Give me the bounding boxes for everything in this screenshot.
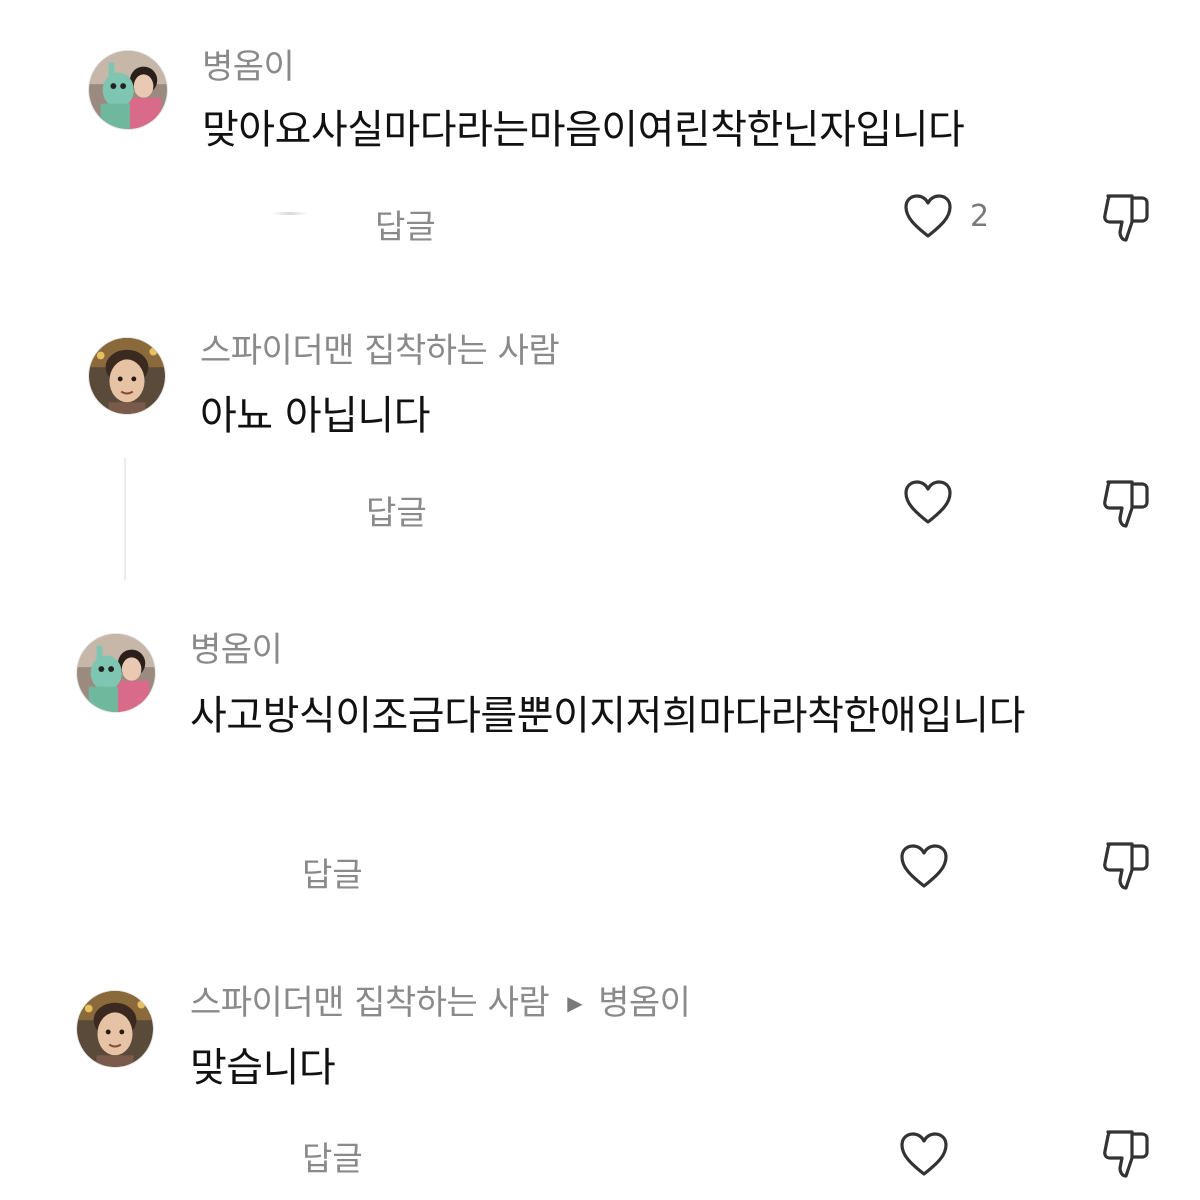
reply-button[interactable]: 답글 — [302, 858, 363, 891]
avatar[interactable] — [88, 337, 166, 415]
comment-text: 맞아요사실마다라는마음이여린착한닌자입니다 — [202, 107, 965, 153]
thumbs-down-outline-icon — [1103, 1130, 1149, 1178]
comment-text: 아뇨 아닙니다 — [200, 393, 431, 439]
avatar-image-girl — [89, 51, 167, 129]
triangle-right-icon: ▶ — [567, 991, 583, 1015]
dislike-button[interactable] — [1098, 1124, 1154, 1180]
comment-username[interactable]: 병옴이 — [202, 50, 295, 84]
heart-outline-icon — [904, 194, 952, 238]
thumbs-down-outline-icon — [1103, 842, 1149, 890]
divider-mark — [272, 212, 308, 215]
reply-button[interactable]: 답글 — [366, 496, 427, 529]
comment-text: 사고방식이조금다를뿐이지저희마다라착한애입니다 — [190, 693, 1025, 739]
heart-outline-icon — [904, 480, 952, 524]
heart-outline-icon — [900, 1132, 948, 1176]
comment-username-row: 스파이더맨 집착하는 사람 ▶ 병옴이 — [190, 983, 691, 1023]
comment-username[interactable]: 병옴이 — [190, 633, 283, 667]
heart-outline-icon — [900, 844, 948, 888]
avatar[interactable] — [88, 50, 168, 130]
like-button[interactable] — [898, 1130, 950, 1178]
avatar-image-boy — [77, 991, 153, 1067]
comment-username[interactable]: 스파이더맨 집착하는 사람 — [190, 983, 550, 1023]
dislike-button[interactable] — [1098, 188, 1154, 244]
avatar[interactable] — [76, 633, 156, 713]
reply-to-username[interactable]: 병옴이 — [598, 983, 691, 1023]
like-button[interactable] — [902, 192, 954, 240]
like-count: 2 — [970, 199, 990, 234]
avatar-image-boy — [89, 338, 165, 414]
dislike-button[interactable] — [1098, 836, 1154, 892]
comment-username[interactable]: 스파이더맨 집착하는 사람 — [200, 334, 560, 368]
like-button[interactable] — [898, 842, 950, 890]
avatar[interactable] — [76, 990, 154, 1068]
reply-button[interactable]: 답글 — [302, 1142, 363, 1175]
thumbs-down-outline-icon — [1103, 480, 1149, 528]
comment-text: 맞습니다 — [190, 1045, 336, 1091]
thumbs-down-outline-icon — [1103, 194, 1149, 242]
reply-button[interactable]: 답글 — [375, 210, 436, 243]
avatar-image-girl — [77, 634, 155, 712]
thread-line — [124, 458, 126, 580]
dislike-button[interactable] — [1098, 474, 1154, 530]
like-button[interactable] — [902, 478, 954, 526]
